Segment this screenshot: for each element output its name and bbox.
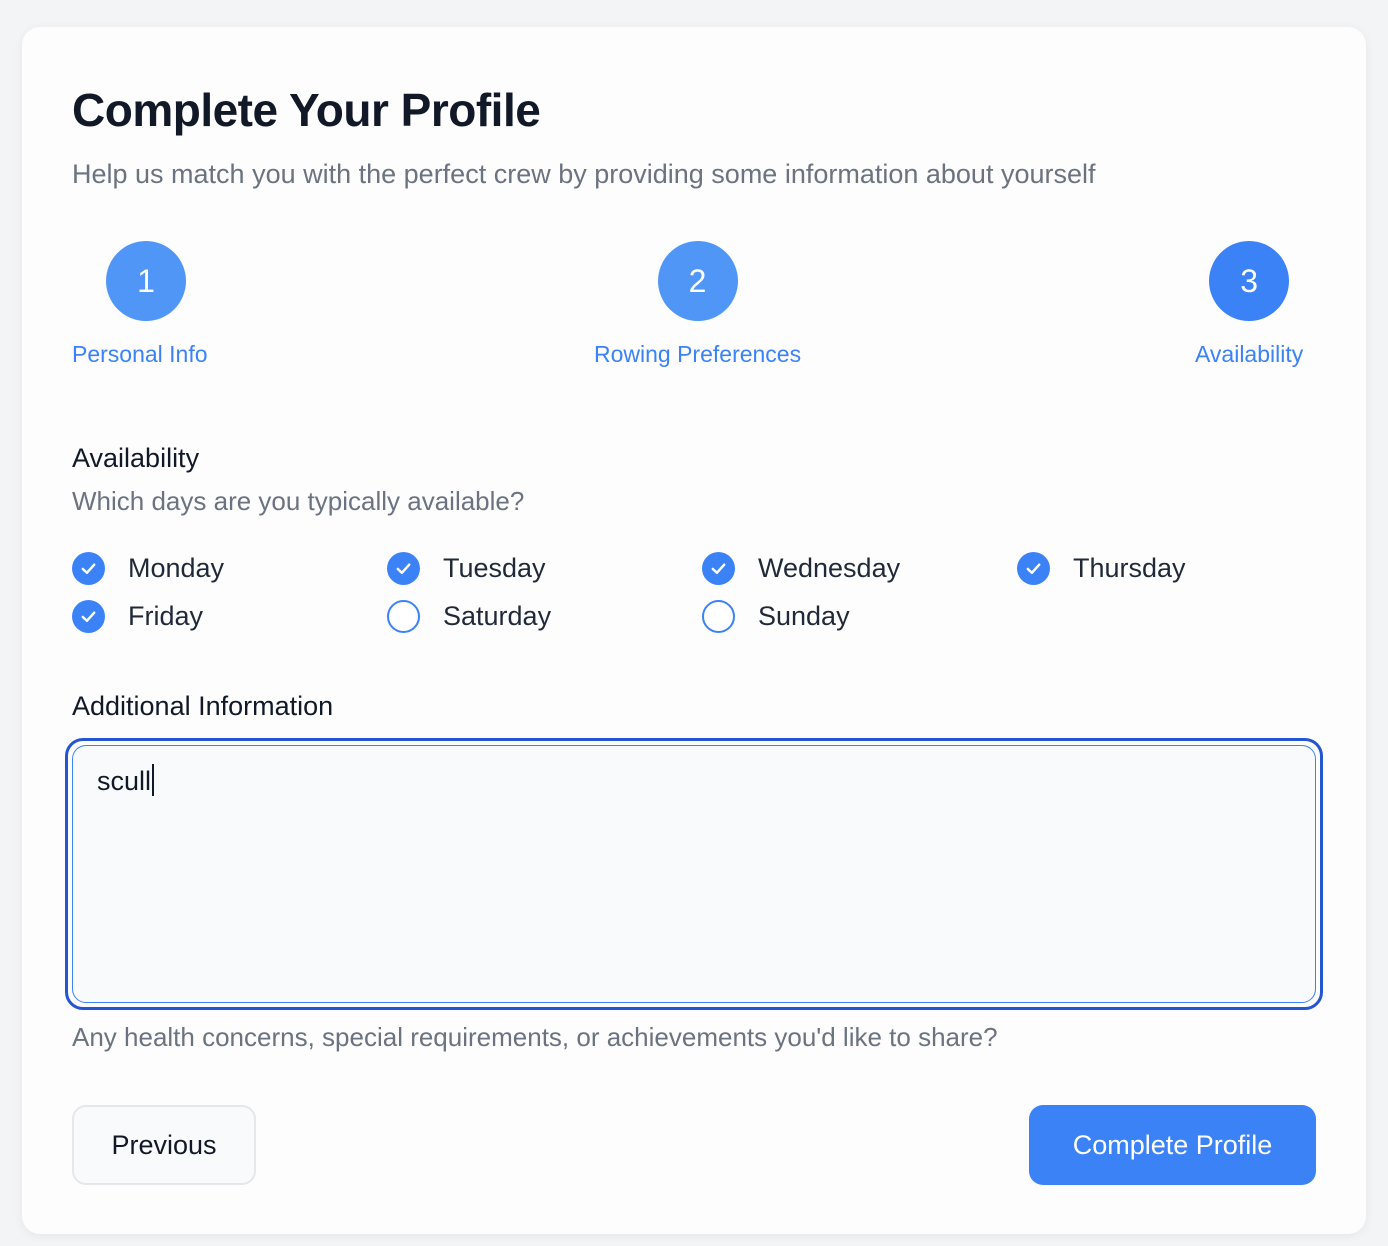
step-label: Personal Info — [72, 341, 208, 367]
step-label: Availability — [1195, 341, 1304, 367]
day-checkbox-thursday[interactable]: Thursday — [1017, 552, 1186, 585]
checkmark-icon[interactable] — [387, 552, 420, 585]
step-number-circle: 2 — [657, 241, 738, 321]
day-checkbox-monday[interactable]: Monday — [72, 552, 224, 585]
page-title: Complete Your Profile — [72, 84, 541, 136]
step-number-circle: 3 — [1209, 241, 1290, 321]
availability-label: Availability — [72, 443, 200, 473]
day-label: Wednesday — [758, 553, 901, 583]
additional-info-textarea[interactable]: scull — [72, 745, 1316, 1003]
step-number-circle: 1 — [106, 241, 186, 321]
page-subtitle: Help us match you with the perfect crew … — [72, 159, 1096, 189]
checkmark-icon[interactable] — [702, 552, 735, 585]
previous-button[interactable]: Previous — [72, 1105, 256, 1185]
checkmark-icon[interactable] — [72, 600, 105, 633]
day-label: Thursday — [1073, 553, 1186, 583]
day-label: Saturday — [443, 601, 552, 631]
step-availability[interactable]: 3 Availability — [1195, 241, 1303, 368]
checkmark-icon[interactable] — [1017, 552, 1050, 585]
day-checkbox-sunday[interactable]: Sunday — [702, 600, 850, 633]
complete-profile-button[interactable]: Complete Profile — [1029, 1105, 1316, 1185]
textarea-focus-ring: scull — [65, 738, 1323, 1010]
step-rowing-preferences[interactable]: 2 Rowing Preferences — [594, 241, 801, 368]
day-label: Monday — [128, 553, 225, 583]
step-personal-info[interactable]: 1 Personal Info — [72, 241, 208, 368]
day-label: Tuesday — [443, 553, 546, 583]
profile-card: Complete Your Profile Help us match you … — [22, 27, 1366, 1234]
day-checkbox-wednesday[interactable]: Wednesday — [702, 552, 900, 585]
additional-info-help: Any health concerns, special requirement… — [72, 1022, 998, 1052]
additional-info-label: Additional Information — [72, 691, 334, 721]
day-label: Sunday — [758, 601, 850, 631]
textarea-value: scull — [97, 766, 152, 796]
day-label: Friday — [128, 601, 204, 631]
day-checkbox-friday[interactable]: Friday — [72, 600, 203, 633]
availability-help: Which days are you typically available? — [72, 486, 525, 516]
empty-circle-icon[interactable] — [702, 600, 735, 633]
checkmark-icon[interactable] — [72, 552, 105, 585]
step-label: Rowing Preferences — [594, 341, 802, 367]
day-checkbox-saturday[interactable]: Saturday — [387, 600, 551, 633]
empty-circle-icon[interactable] — [387, 600, 420, 633]
text-caret — [152, 764, 155, 796]
day-checkbox-tuesday[interactable]: Tuesday — [387, 552, 546, 585]
